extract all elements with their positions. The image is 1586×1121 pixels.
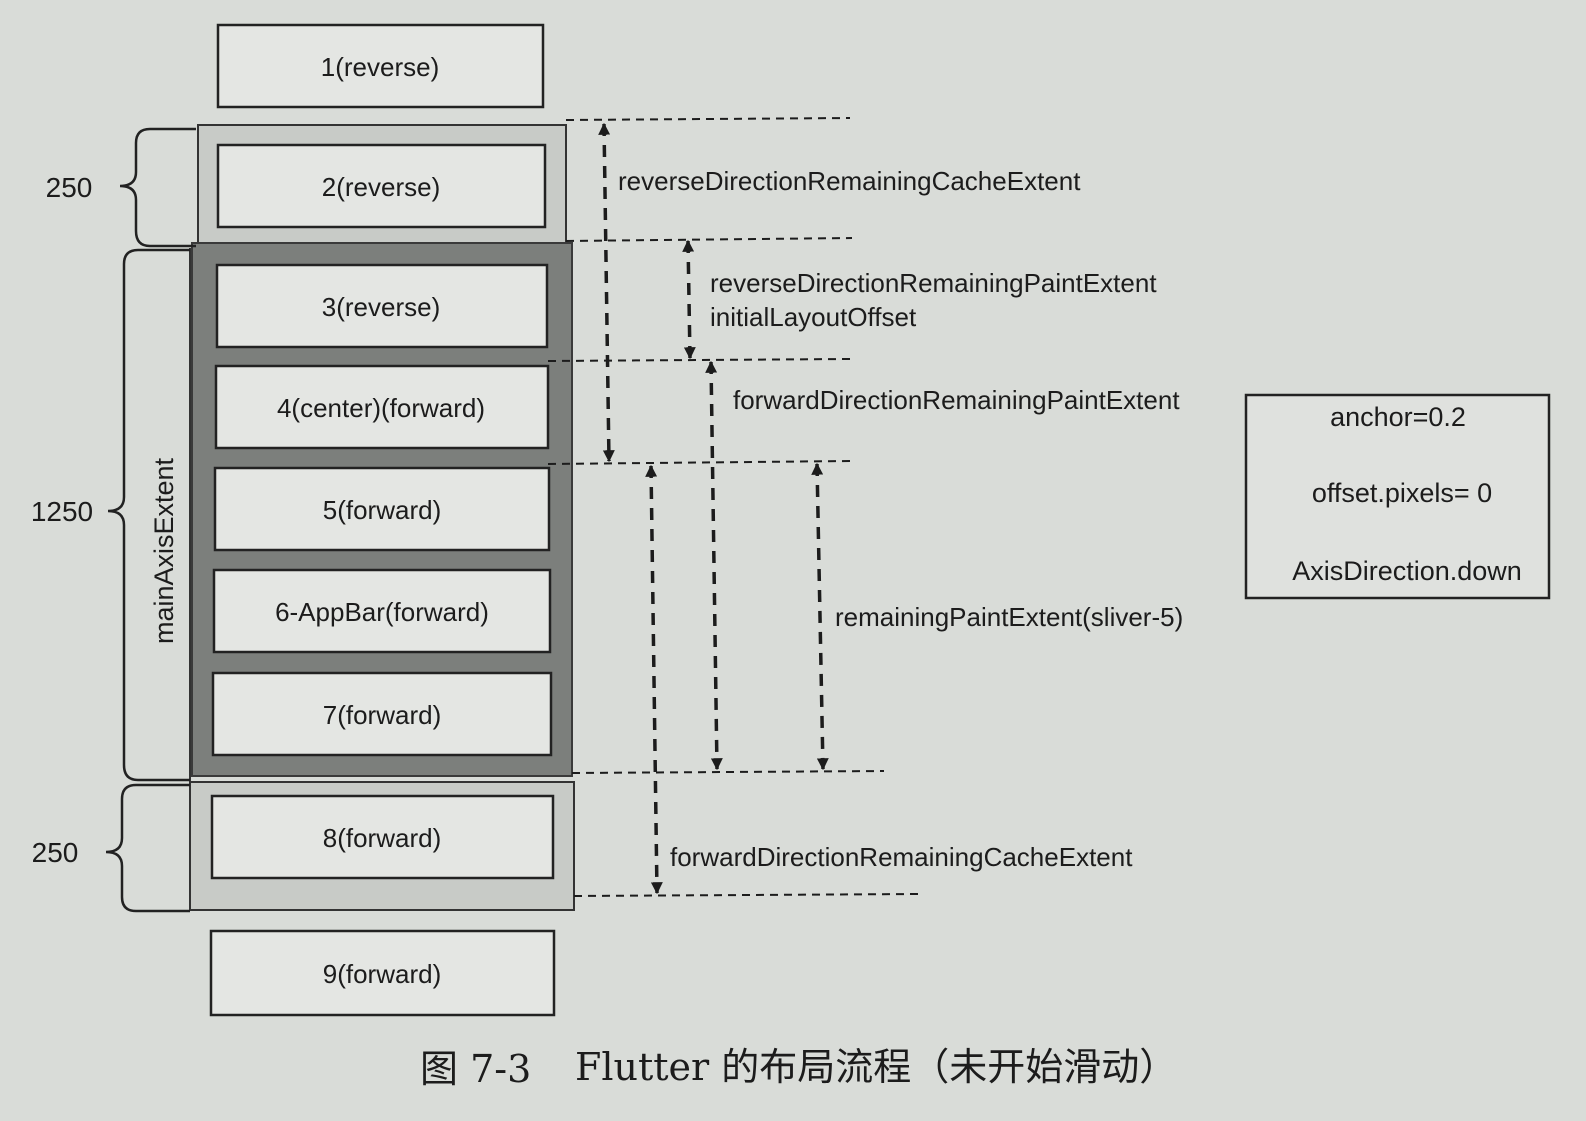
sliver-label-7: 7(forward) [323, 700, 441, 730]
arrow-reverse-paint [682, 239, 696, 360]
figure-title: Flutter 的布局流程（未开始滑动） [575, 1045, 1177, 1089]
brace-top-cache [119, 127, 196, 248]
axis-direction-value: AxisDirection.down [1292, 556, 1522, 586]
forward-paint-label: forwardDirectionRemainingPaintExtent [733, 385, 1180, 415]
arrow-forward-paint [705, 360, 723, 771]
guide-line-top-cache [565, 117, 851, 121]
sliver-label-3: 3(reverse) [322, 292, 440, 322]
initial-offset-label: initialLayoutOffset [710, 302, 917, 332]
main-axis-extent-label: mainAxisExtent [149, 457, 179, 644]
offset-pixels-value: offset.pixels= 0 [1312, 478, 1492, 508]
reverse-paint-label: reverseDirectionRemainingPaintExtent [710, 268, 1157, 298]
sliver-label-2: 2(reverse) [322, 172, 440, 202]
sliver-label-5: 5(forward) [323, 495, 441, 525]
guide-line-scroll-offset [547, 460, 853, 465]
arrow-remaining-paint [811, 462, 829, 771]
figure-number: 图 7-3 [420, 1047, 531, 1091]
top-cache-extent-label: 250 [46, 172, 93, 203]
layout-diagram: 1(reverse) 2(reverse) 3(reverse) 4(cente… [31, 23, 1551, 1091]
guide-line-center [547, 358, 851, 362]
figure-caption: 图 7-3 Flutter 的布局流程（未开始滑动） [420, 1045, 1177, 1091]
sliver-label-6: 6-AppBar(forward) [275, 597, 489, 627]
arrow-reverse-cache [598, 122, 615, 463]
anchor-value: anchor=0.2 [1330, 402, 1466, 432]
remaining-paint-label: remainingPaintExtent(sliver-5) [835, 602, 1183, 632]
bottom-cache-extent-label: 250 [32, 837, 79, 868]
sliver-list: 1(reverse) 2(reverse) 3(reverse) 4(cente… [209, 23, 556, 1017]
forward-cache-label: forwardDirectionRemainingCacheExtent [670, 842, 1133, 872]
guide-line-viewport-top [565, 237, 853, 242]
reverse-cache-label: reverseDirectionRemainingCacheExtent [618, 166, 1081, 196]
arrow-forward-cache [645, 464, 663, 895]
viewport-info-box: anchor=0.2 offset.pixels= 0 AxisDirectio… [1244, 393, 1551, 600]
guide-line-viewport-bottom [571, 770, 885, 774]
viewport-extent-label: 1250 [31, 496, 93, 527]
sliver-label-4: 4(center)(forward) [277, 393, 485, 423]
figure-canvas: 1(reverse) 2(reverse) 3(reverse) 4(cente… [0, 0, 1586, 1116]
sliver-label-1: 1(reverse) [321, 52, 439, 82]
brace-bottom-cache [105, 783, 190, 913]
guide-lines [547, 117, 921, 897]
guide-line-bottom-cache [573, 893, 921, 897]
annotations: reverseDirectionRemainingCacheExtent rev… [618, 166, 1183, 872]
sliver-label-9: 9(forward) [323, 959, 441, 989]
sliver-label-8: 8(forward) [323, 823, 441, 853]
